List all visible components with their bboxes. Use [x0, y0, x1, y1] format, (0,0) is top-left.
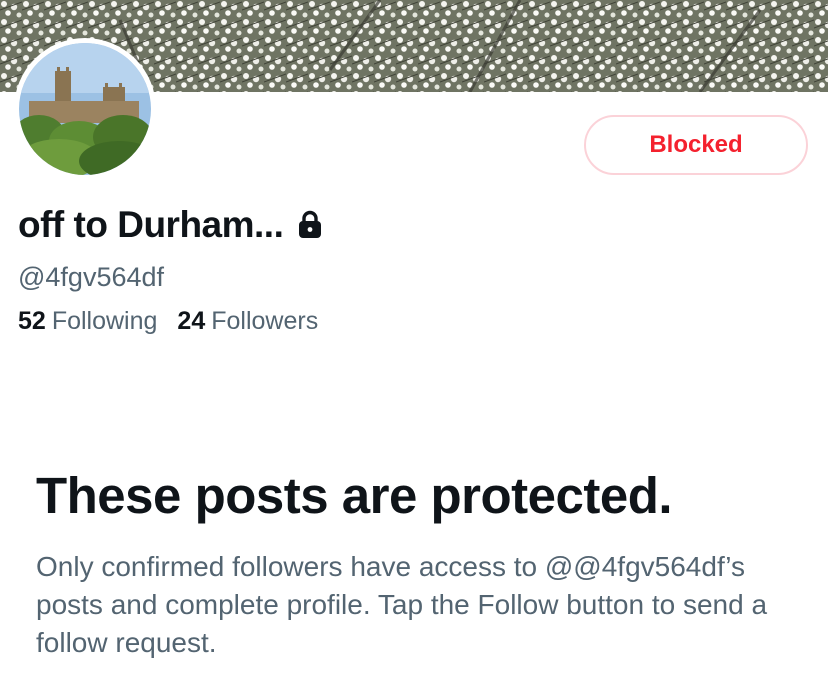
followers-label: Followers — [211, 307, 319, 335]
following-label: Following — [51, 307, 158, 335]
profile-handle: @4fgv564df — [18, 262, 165, 292]
followers-link[interactable]: 24 Followers — [177, 307, 318, 336]
blocked-button-label: Blocked — [649, 131, 743, 158]
profile-stats: 52 Following 24 Followers — [18, 307, 318, 336]
following-count: 52 — [18, 307, 46, 335]
protected-posts-message: Only confirmed followers have access to … — [36, 551, 768, 658]
followers-count: 24 — [177, 307, 206, 335]
following-link[interactable]: 52 Following — [18, 307, 157, 336]
avatar-image — [19, 43, 151, 175]
display-name: off to Durham... — [18, 204, 284, 245]
lock-icon — [299, 210, 322, 238]
blocked-button[interactable]: Blocked — [584, 115, 808, 175]
profile-avatar[interactable] — [14, 38, 156, 180]
profile-name-row: off to Durham... — [18, 204, 323, 246]
protected-posts-title: These posts are protected. — [36, 467, 673, 524]
